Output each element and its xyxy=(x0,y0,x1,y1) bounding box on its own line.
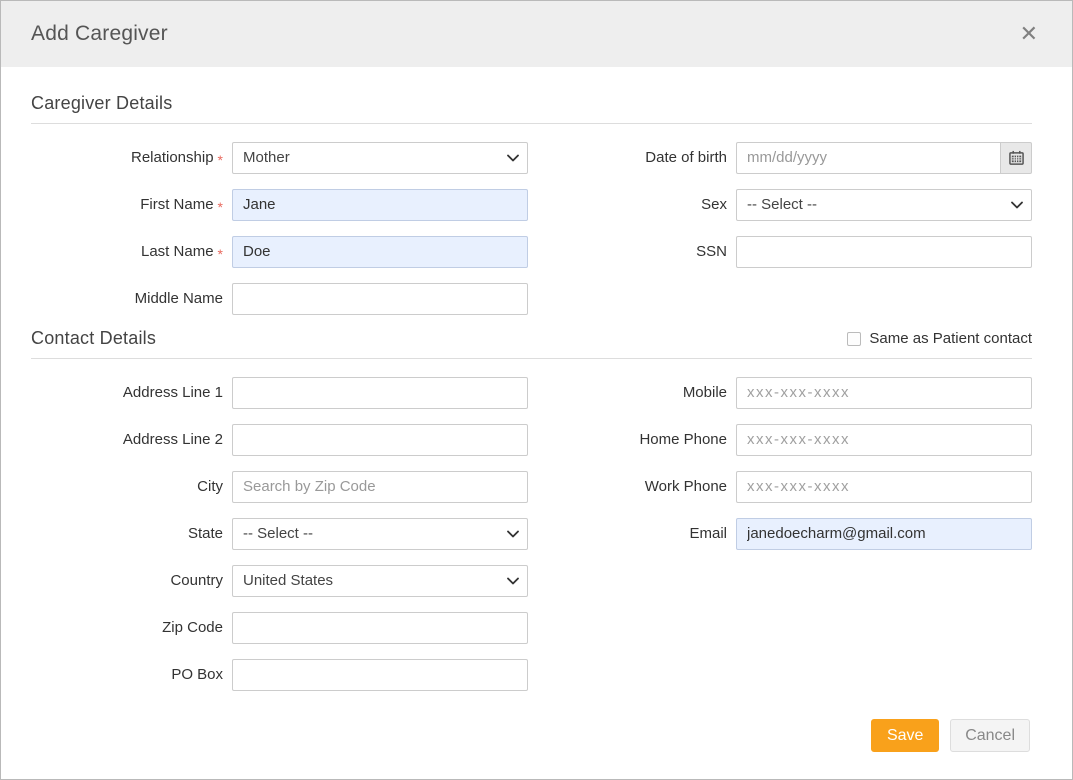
last-name-input[interactable] xyxy=(232,236,528,268)
contact-details-form: Address Line 1 Mobile Address Line 2 Hom… xyxy=(31,369,1032,698)
sex-select[interactable]: -- Select -- xyxy=(736,189,1032,221)
divider xyxy=(31,358,1032,359)
country-select[interactable]: United States xyxy=(232,565,528,597)
dob-label: Date of birth xyxy=(537,134,727,181)
mobile-input[interactable] xyxy=(736,377,1032,409)
city-input[interactable] xyxy=(232,471,528,503)
address1-label: Address Line 1 xyxy=(31,369,223,416)
address1-input[interactable] xyxy=(232,377,528,409)
calendar-icon[interactable] xyxy=(1001,142,1032,174)
dialog-footer: Save Cancel xyxy=(1,717,1072,779)
sex-label: Sex xyxy=(537,181,727,228)
caregiver-details-heading: Caregiver Details xyxy=(31,93,1032,114)
address2-label: Address Line 2 xyxy=(31,416,223,463)
contact-details-heading: Contact Details xyxy=(31,328,156,349)
email-label: Email xyxy=(537,510,727,557)
dob-input[interactable] xyxy=(736,142,1001,174)
dialog-body: Caregiver Details Relationship* Mother D… xyxy=(1,67,1072,717)
close-icon[interactable]: ✕ xyxy=(1016,19,1042,49)
required-asterisk: * xyxy=(218,199,223,215)
same-as-patient-contact[interactable]: Same as Patient contact xyxy=(847,330,1032,347)
work-phone-label: Work Phone xyxy=(537,463,727,510)
zip-code-input[interactable] xyxy=(232,612,528,644)
ssn-label: SSN xyxy=(537,228,727,275)
state-label: State xyxy=(31,510,223,557)
required-asterisk: * xyxy=(218,152,223,168)
home-phone-input[interactable] xyxy=(736,424,1032,456)
add-caregiver-dialog: Add Caregiver ✕ Caregiver Details Relati… xyxy=(0,0,1073,780)
relationship-select[interactable]: Mother xyxy=(232,142,528,174)
dialog-header: Add Caregiver ✕ xyxy=(1,1,1072,67)
contact-details-bar: Contact Details Same as Patient contact xyxy=(31,328,1032,358)
middle-name-label: Middle Name xyxy=(31,275,223,322)
ssn-input[interactable] xyxy=(736,236,1032,268)
po-box-label: PO Box xyxy=(31,651,223,698)
save-button[interactable]: Save xyxy=(871,719,939,752)
caregiver-details-form: Relationship* Mother Date of birth xyxy=(31,134,1032,322)
required-asterisk: * xyxy=(218,246,223,262)
middle-name-input[interactable] xyxy=(232,283,528,315)
divider xyxy=(31,123,1032,124)
country-label: Country xyxy=(31,557,223,604)
cancel-button[interactable]: Cancel xyxy=(950,719,1030,752)
relationship-label: Relationship* xyxy=(31,134,223,181)
first-name-input[interactable] xyxy=(232,189,528,221)
address2-input[interactable] xyxy=(232,424,528,456)
zip-code-label: Zip Code xyxy=(31,604,223,651)
mobile-label: Mobile xyxy=(537,369,727,416)
dialog-title: Add Caregiver xyxy=(31,22,168,46)
state-select[interactable]: -- Select -- xyxy=(232,518,528,550)
last-name-label: Last Name* xyxy=(31,228,223,275)
home-phone-label: Home Phone xyxy=(537,416,727,463)
same-as-patient-checkbox[interactable] xyxy=(847,332,861,346)
po-box-input[interactable] xyxy=(232,659,528,691)
city-label: City xyxy=(31,463,223,510)
first-name-label: First Name* xyxy=(31,181,223,228)
work-phone-input[interactable] xyxy=(736,471,1032,503)
same-as-patient-label: Same as Patient contact xyxy=(869,330,1032,347)
email-input[interactable] xyxy=(736,518,1032,550)
